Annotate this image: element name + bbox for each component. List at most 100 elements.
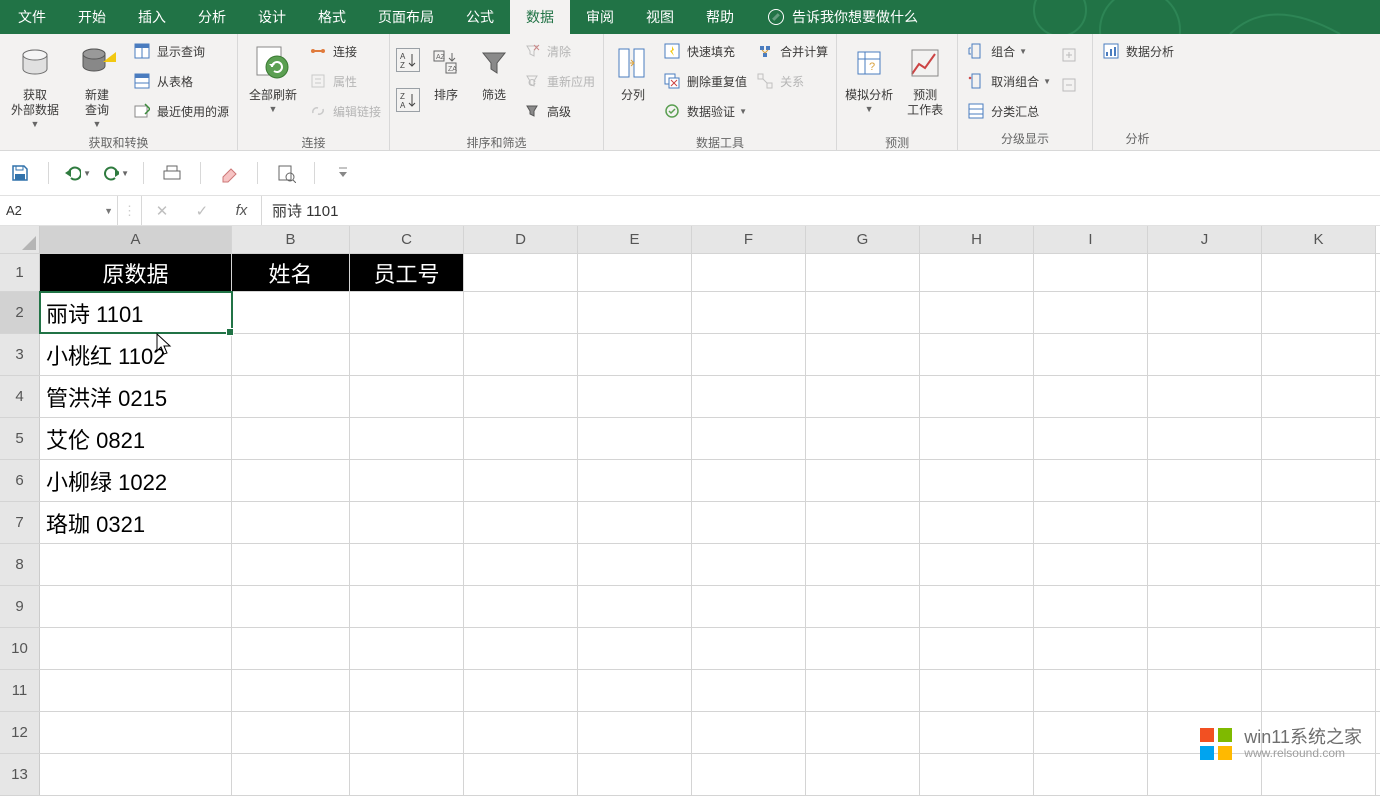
- cell-E12[interactable]: [578, 712, 692, 753]
- cell-E9[interactable]: [578, 586, 692, 627]
- cell-D11[interactable]: [464, 670, 578, 711]
- tell-me-search[interactable]: 告诉我你想要做什么: [768, 7, 918, 27]
- cell-I5[interactable]: [1034, 418, 1148, 459]
- cell-D12[interactable]: [464, 712, 578, 753]
- sort-button[interactable]: AZZA 排序: [422, 36, 470, 132]
- cell-D13[interactable]: [464, 754, 578, 795]
- row-header-11[interactable]: 11: [0, 670, 40, 711]
- cell-F13[interactable]: [692, 754, 806, 795]
- cell-G3[interactable]: [806, 334, 920, 375]
- menu-设计[interactable]: 设计: [242, 0, 302, 34]
- cell-C8[interactable]: [350, 544, 464, 585]
- cell-C7[interactable]: [350, 502, 464, 543]
- menu-公式[interactable]: 公式: [450, 0, 510, 34]
- cell-B5[interactable]: [232, 418, 350, 459]
- cell-I2[interactable]: [1034, 292, 1148, 333]
- cell-J2[interactable]: [1148, 292, 1262, 333]
- cell-E11[interactable]: [578, 670, 692, 711]
- column-header-I[interactable]: I: [1034, 226, 1148, 253]
- data-analysis-button[interactable]: 数据分析: [1101, 38, 1174, 64]
- cell-K6[interactable]: [1262, 460, 1376, 501]
- cell-G2[interactable]: [806, 292, 920, 333]
- cell-H10[interactable]: [920, 628, 1034, 669]
- refresh-all-button[interactable]: 全部刷新 ▼: [242, 36, 304, 132]
- cell-C4[interactable]: [350, 376, 464, 417]
- row-header-6[interactable]: 6: [0, 460, 40, 501]
- cell-G12[interactable]: [806, 712, 920, 753]
- name-box[interactable]: A2 ▼: [0, 196, 118, 225]
- row-header-7[interactable]: 7: [0, 502, 40, 543]
- cell-H6[interactable]: [920, 460, 1034, 501]
- cell-C5[interactable]: [350, 418, 464, 459]
- cell-G11[interactable]: [806, 670, 920, 711]
- undo-button[interactable]: ▼: [63, 159, 91, 187]
- cell-G8[interactable]: [806, 544, 920, 585]
- cell-H3[interactable]: [920, 334, 1034, 375]
- cell-H7[interactable]: [920, 502, 1034, 543]
- cell-A13[interactable]: [40, 754, 232, 795]
- cell-H11[interactable]: [920, 670, 1034, 711]
- cell-J4[interactable]: [1148, 376, 1262, 417]
- cell-F11[interactable]: [692, 670, 806, 711]
- cell-C11[interactable]: [350, 670, 464, 711]
- cell-D10[interactable]: [464, 628, 578, 669]
- fx-icon[interactable]: fx: [236, 202, 248, 219]
- cell-C3[interactable]: [350, 334, 464, 375]
- cell-B10[interactable]: [232, 628, 350, 669]
- cell-J5[interactable]: [1148, 418, 1262, 459]
- cell-B3[interactable]: [232, 334, 350, 375]
- show-queries-button[interactable]: 显示查询: [132, 38, 229, 64]
- cell-D8[interactable]: [464, 544, 578, 585]
- cell-J9[interactable]: [1148, 586, 1262, 627]
- menu-审阅[interactable]: 审阅: [570, 0, 630, 34]
- cell-A11[interactable]: [40, 670, 232, 711]
- column-header-H[interactable]: H: [920, 226, 1034, 253]
- cell-B11[interactable]: [232, 670, 350, 711]
- cell-A9[interactable]: [40, 586, 232, 627]
- cell-G4[interactable]: [806, 376, 920, 417]
- eraser-button[interactable]: [215, 159, 243, 187]
- cell-F7[interactable]: [692, 502, 806, 543]
- cell-C10[interactable]: [350, 628, 464, 669]
- cell-E3[interactable]: [578, 334, 692, 375]
- qat-util1-button[interactable]: [158, 159, 186, 187]
- consolidate-button[interactable]: 合并计算: [755, 38, 828, 64]
- cell-E8[interactable]: [578, 544, 692, 585]
- subtotal-button[interactable]: 分类汇总: [966, 98, 1051, 124]
- cell-A4[interactable]: 管洪洋 0215: [40, 376, 232, 417]
- cell-C13[interactable]: [350, 754, 464, 795]
- cell-J11[interactable]: [1148, 670, 1262, 711]
- cell-I13[interactable]: [1034, 754, 1148, 795]
- cell-I6[interactable]: [1034, 460, 1148, 501]
- cell-C1[interactable]: 员工号: [350, 254, 464, 291]
- column-header-A[interactable]: A: [40, 226, 232, 253]
- cell-I8[interactable]: [1034, 544, 1148, 585]
- cell-I3[interactable]: [1034, 334, 1148, 375]
- forecast-sheet-button[interactable]: 预测 工作表: [897, 36, 953, 132]
- cell-G9[interactable]: [806, 586, 920, 627]
- cell-D3[interactable]: [464, 334, 578, 375]
- cell-B12[interactable]: [232, 712, 350, 753]
- row-header-1[interactable]: 1: [0, 254, 40, 291]
- cell-F1[interactable]: [692, 254, 806, 291]
- cell-H5[interactable]: [920, 418, 1034, 459]
- cell-I12[interactable]: [1034, 712, 1148, 753]
- cell-D7[interactable]: [464, 502, 578, 543]
- cell-D6[interactable]: [464, 460, 578, 501]
- cell-E5[interactable]: [578, 418, 692, 459]
- cell-K9[interactable]: [1262, 586, 1376, 627]
- cell-C12[interactable]: [350, 712, 464, 753]
- cell-G5[interactable]: [806, 418, 920, 459]
- row-header-3[interactable]: 3: [0, 334, 40, 375]
- cell-H2[interactable]: [920, 292, 1034, 333]
- cell-I1[interactable]: [1034, 254, 1148, 291]
- cell-D2[interactable]: [464, 292, 578, 333]
- cell-I11[interactable]: [1034, 670, 1148, 711]
- cell-C2[interactable]: [350, 292, 464, 333]
- cell-K2[interactable]: [1262, 292, 1376, 333]
- new-query-button[interactable]: 新建 查询 ▼: [66, 36, 128, 132]
- menu-开始[interactable]: 开始: [62, 0, 122, 34]
- column-header-K[interactable]: K: [1262, 226, 1376, 253]
- cell-E6[interactable]: [578, 460, 692, 501]
- cell-B4[interactable]: [232, 376, 350, 417]
